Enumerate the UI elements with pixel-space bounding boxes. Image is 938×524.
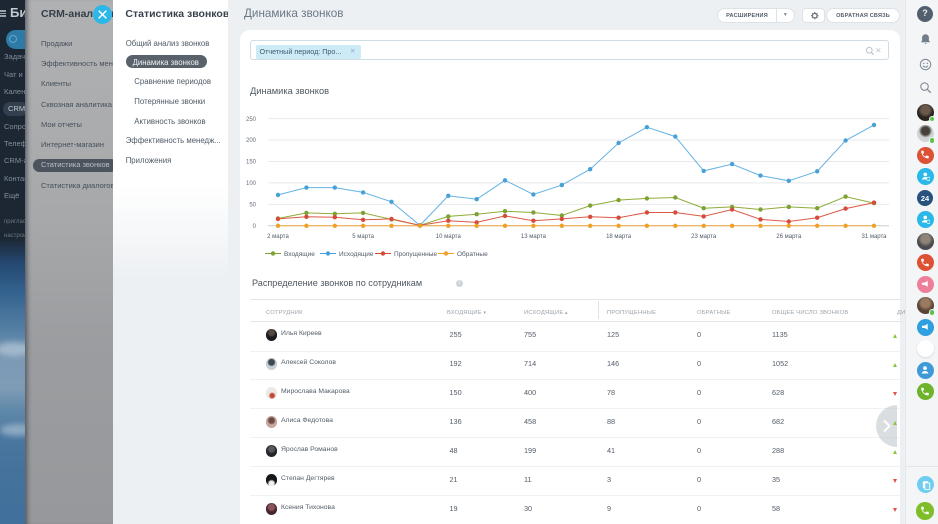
svg-text:Пропущенные: Пропущенные — [394, 251, 437, 258]
svg-text:Исходящие: Исходящие — [339, 251, 374, 258]
svg-text:Обратные: Обратные — [457, 250, 488, 258]
svg-text:Входящие: Входящие — [284, 251, 315, 258]
